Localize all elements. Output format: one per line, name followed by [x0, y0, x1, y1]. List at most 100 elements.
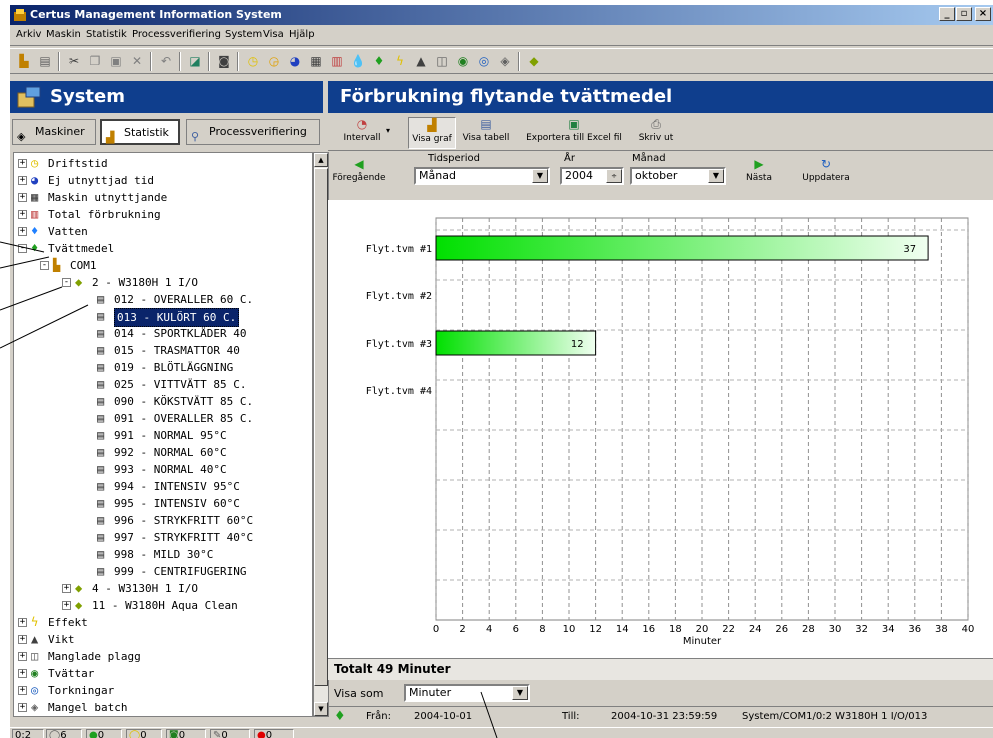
clock-icon[interactable]: ◷	[245, 53, 261, 69]
tree-item[interactable]: ▤ 995 - INTENSIV 60°C	[14, 495, 312, 512]
expand-toggle[interactable]: +	[18, 227, 27, 236]
spinner-icon[interactable]: ÷	[606, 169, 622, 183]
expand-toggle[interactable]: +	[18, 618, 27, 627]
nasta-button[interactable]: ▶ Nästa	[738, 157, 780, 189]
scroll-up-button[interactable]: ▲	[314, 153, 328, 167]
visa-som-select[interactable]: Minuter ▼	[404, 684, 530, 702]
tree-item[interactable]: + ◫ Manglade plagg	[14, 648, 312, 665]
expand-toggle[interactable]: +	[18, 635, 27, 644]
grid-icon[interactable]: ▦	[308, 53, 324, 69]
expand-toggle[interactable]: +	[62, 601, 71, 610]
tree-item[interactable]: ▤ 013 - KULÖRT 60 C.	[14, 308, 312, 327]
manad-select[interactable]: oktober ▼	[630, 167, 726, 185]
tree-item[interactable]: + ϟ Effekt	[14, 614, 312, 631]
tab-maskiner[interactable]: ◈ Maskiner	[12, 119, 96, 145]
menu-hjalp[interactable]: Hjälp	[289, 29, 315, 40]
machine-icon[interactable]: ◆	[526, 53, 542, 69]
tree-item[interactable]: + ◕ Ej utnyttjad tid	[14, 172, 312, 189]
tree-item[interactable]: ▤ 999 - CENTRIFUGERING	[14, 563, 312, 580]
menu-arkiv[interactable]: Arkiv	[16, 29, 41, 40]
close-button[interactable]: ×	[975, 7, 991, 21]
tree-item[interactable]: ▤ 091 - OVERALLER 85 C.	[14, 410, 312, 427]
tree-item[interactable]: + ◎ Torkningar	[14, 682, 312, 699]
visa-graf-button[interactable]: ▟ Visa graf	[408, 117, 456, 149]
tree-item[interactable]: - ◆ 2 - W3180H 1 I/O	[14, 274, 312, 291]
tree-item[interactable]: ▤ 012 - OVERALLER 60 C.	[14, 291, 312, 308]
dryer-icon[interactable]: ◎	[476, 53, 492, 69]
ar-spinner[interactable]: 2004 ÷	[560, 167, 624, 185]
collapse-toggle[interactable]: -	[40, 261, 49, 270]
minimize-button[interactable]: _	[939, 7, 955, 21]
tidsperiod-select[interactable]: Månad ▼	[414, 167, 550, 185]
expand-toggle[interactable]: +	[62, 584, 71, 593]
expand-toggle[interactable]: +	[18, 159, 27, 168]
tree-item[interactable]: ▤ 993 - NORMAL 40°C	[14, 461, 312, 478]
tree-item[interactable]: ▤ 992 - NORMAL 60°C	[14, 444, 312, 461]
lightning-icon[interactable]: ϟ	[392, 53, 408, 69]
maximize-button[interactable]: ▫	[956, 7, 972, 21]
tree-item[interactable]: + ▥ Total förbrukning	[14, 206, 312, 223]
menu-maskin[interactable]: Maskin	[46, 29, 81, 40]
scroll-thumb[interactable]	[314, 168, 328, 686]
pie-icon[interactable]: ◕	[287, 53, 303, 69]
collapse-toggle[interactable]: -	[62, 278, 71, 287]
menu-visa[interactable]: Visa	[263, 29, 284, 40]
timer-icon[interactable]: ◶	[266, 53, 282, 69]
expand-toggle[interactable]: +	[18, 210, 27, 219]
collapse-toggle[interactable]: -	[18, 244, 27, 253]
tree-item[interactable]: ▤ 014 - SPORTKLÄDER 40	[14, 325, 312, 342]
washer-icon[interactable]: ◉	[455, 53, 471, 69]
tree-item[interactable]: - ♦ Tvättmedel	[14, 240, 312, 257]
table-icon[interactable]: ▥	[329, 53, 345, 69]
expand-toggle[interactable]: +	[18, 686, 27, 695]
tree-item[interactable]: ▤ 998 - MILD 30°C	[14, 546, 312, 563]
tree-item[interactable]: - ▙ COM1	[14, 257, 312, 274]
tree-item[interactable]: + ▲ Vikt	[14, 631, 312, 648]
skriv-ut-button[interactable]: ⎙ Skriv ut	[632, 117, 680, 149]
weight-icon[interactable]: ▲	[413, 53, 429, 69]
tree-item[interactable]: + ◷ Driftstid	[14, 155, 312, 172]
tree-item[interactable]: ▤ 025 - VITTVÄTT 85 C.	[14, 376, 312, 393]
water-drop-icon[interactable]: 💧	[350, 53, 366, 69]
tree-item[interactable]: + ◉ Tvättar	[14, 665, 312, 682]
visa-tabell-button[interactable]: ▤ Visa tabell	[460, 117, 512, 149]
tree-item[interactable]: ▤ 991 - NORMAL 95°C	[14, 427, 312, 444]
tree-item[interactable]: ▤ 015 - TRASMATTOR 40	[14, 342, 312, 359]
expand-toggle[interactable]: +	[18, 703, 27, 712]
cut-icon[interactable]: ✂	[66, 53, 82, 69]
menu-statistik[interactable]: Statistik	[86, 29, 127, 40]
tree-scrollbar[interactable]: ▲ ▼	[313, 152, 329, 717]
chevron-down-icon[interactable]: ▼	[708, 169, 724, 183]
intervall-button[interactable]: ◔ Intervall	[342, 117, 382, 149]
foregaende-button[interactable]: ◀ Föregående	[330, 157, 388, 189]
chevron-down-icon[interactable]: ▼	[512, 686, 528, 700]
tree-item[interactable]: + ▦ Maskin utnyttjande	[14, 189, 312, 206]
network-icon[interactable]: ▙	[16, 53, 32, 69]
tree-item[interactable]: + ♦ Vatten	[14, 223, 312, 240]
tree-item[interactable]: ▤ 019 - BLÖTLÄGGNING	[14, 359, 312, 376]
device-icon[interactable]: ◙	[216, 53, 232, 69]
uppdatera-button[interactable]: ↻ Uppdatera	[798, 157, 854, 189]
chevron-down-icon[interactable]: ▼	[532, 169, 548, 183]
mangle-icon[interactable]: ◫	[434, 53, 450, 69]
paste-icon[interactable]: ▣	[108, 53, 124, 69]
expand-toggle[interactable]: +	[18, 176, 27, 185]
tree-item[interactable]: + ◆ 11 - W3180H Aqua Clean	[14, 597, 312, 614]
detergent-drop-icon[interactable]: ♦	[371, 53, 387, 69]
tree-item[interactable]: ▤ 997 - STRYKFRITT 40°C	[14, 529, 312, 546]
menu-processverifiering[interactable]: Processverifiering	[132, 29, 221, 40]
tree-item[interactable]: ▤ 994 - INTENSIV 95°C	[14, 478, 312, 495]
expand-toggle[interactable]: +	[18, 669, 27, 678]
menu-system[interactable]: System	[225, 29, 262, 40]
tree-item[interactable]: ▤ 996 - STRYKFRITT 60°C	[14, 512, 312, 529]
tab-statistik[interactable]: ▟ Statistik	[100, 119, 180, 145]
tree-item[interactable]: + ◈ Mangel batch	[14, 699, 312, 716]
copy-icon[interactable]: ❐	[87, 53, 103, 69]
exportera-button[interactable]: ▣ Exportera till Excel fil	[520, 117, 628, 149]
intervall-dropdown[interactable]: ▾	[382, 117, 394, 149]
undo-icon[interactable]: ↶	[158, 53, 174, 69]
expand-toggle[interactable]: +	[18, 193, 27, 202]
tree-item[interactable]: + ◆ 4 - W3130H 1 I/O	[14, 580, 312, 597]
tab-processverifiering[interactable]: ⚲ Processverifiering	[186, 119, 320, 145]
delete-icon[interactable]: ✕	[129, 53, 145, 69]
